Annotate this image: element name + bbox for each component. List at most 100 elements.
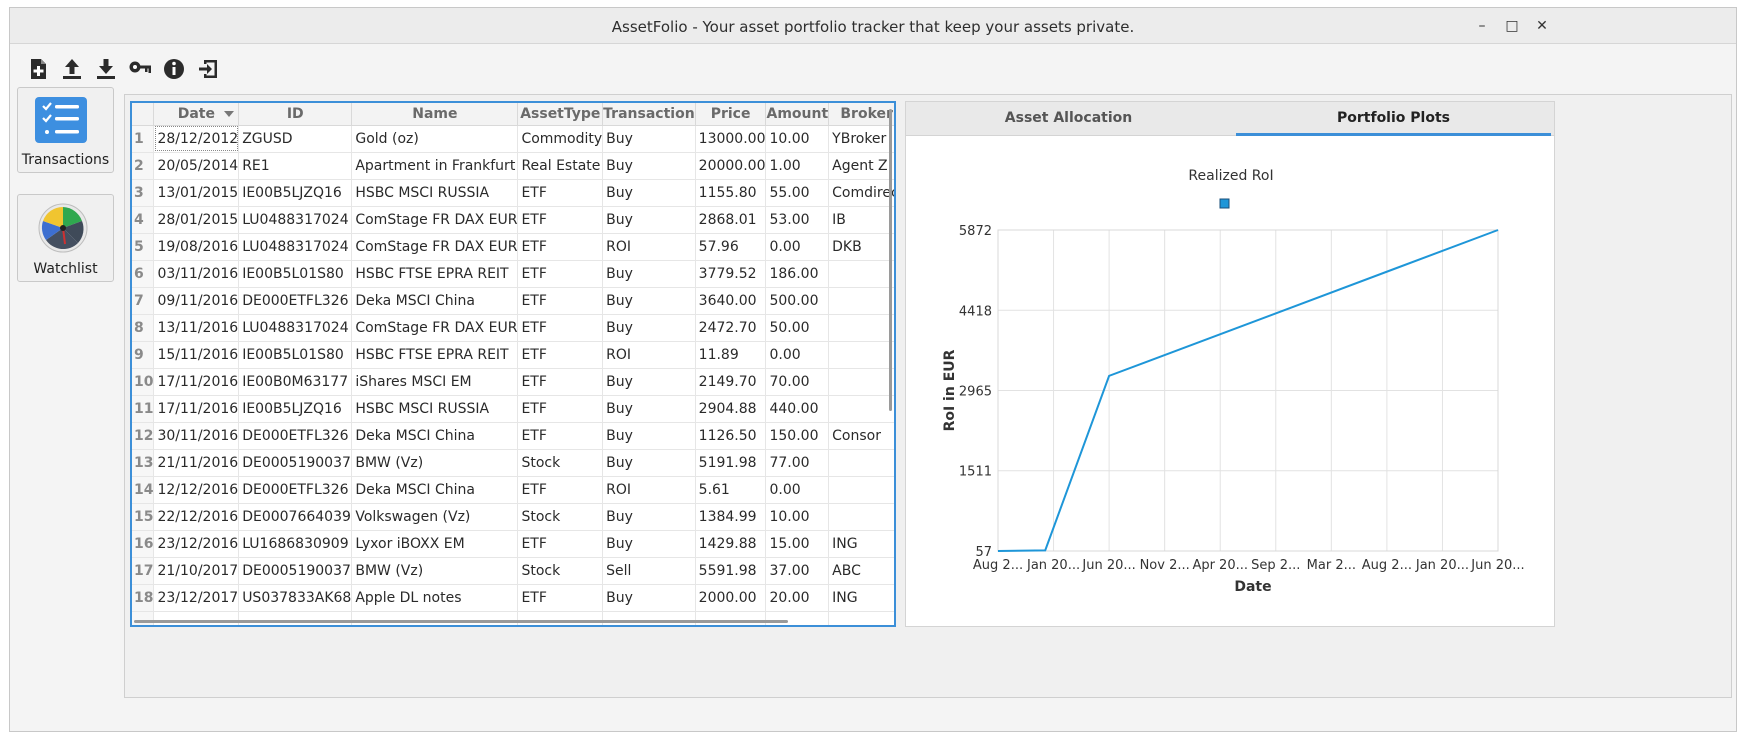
tab-portfolio-plots[interactable]: Portfolio Plots (1236, 102, 1551, 136)
table-cell[interactable]: DE000ETFL326 (238, 287, 353, 315)
info-button[interactable] (161, 56, 187, 82)
table-cell[interactable]: 2000.00 (695, 584, 767, 612)
table-cell[interactable]: ETF (517, 368, 604, 396)
table-cell[interactable]: Buy (602, 314, 696, 342)
table-cell[interactable]: Sell (602, 557, 696, 585)
table-cell[interactable]: IB (828, 206, 894, 234)
table-cell[interactable]: Deka MSCI China (351, 422, 519, 450)
table-cell[interactable]: 1126.50 (695, 422, 767, 450)
table-cell[interactable]: 15.00 (765, 530, 830, 558)
row-number[interactable]: 1 (132, 125, 155, 153)
table-row[interactable]: 2 20/05/2014 RE1 Apartment in Frankfurt Real… (132, 152, 894, 180)
table-row[interactable]: 13 21/11/2016 DE0005190037 BMW (Vz) Stock Buy… (132, 449, 894, 477)
table-cell[interactable]: 55.00 (765, 179, 830, 207)
row-number[interactable]: 8 (132, 314, 155, 342)
tab-asset-allocation[interactable]: Asset Allocation (906, 102, 1231, 136)
table-cell[interactable]: ETF (517, 287, 604, 315)
download-button[interactable] (93, 56, 119, 82)
table-cell[interactable]: Buy (602, 125, 696, 153)
transactions-table[interactable]: Date ID Name AssetType Transaction Price Amoun… (130, 101, 896, 627)
table-cell[interactable]: DE000ETFL326 (238, 476, 353, 504)
table-cell[interactable]: 1155.80 (695, 179, 767, 207)
table-cell[interactable]: 77.00 (765, 449, 830, 477)
table-row[interactable]: 12 30/11/2016 DE000ETFL326 Deka MSCI China E… (132, 422, 894, 450)
row-number[interactable]: 3 (132, 179, 155, 207)
table-cell[interactable]: 20.00 (765, 584, 830, 612)
table-row[interactable]: 9 15/11/2016 IE00B5L01S80 HSBC FTSE EPRA RE… (132, 341, 894, 369)
table-cell[interactable]: iShares MSCI EM (351, 368, 519, 396)
table-cell[interactable]: IE00B5LJZQ16 (238, 179, 353, 207)
table-cell[interactable]: 1.00 (765, 152, 830, 180)
table-row[interactable]: 16 23/12/2016 LU1686830909 Lyxor iBOXX EM ET… (132, 530, 894, 558)
exit-button[interactable] (195, 56, 221, 82)
table-cell[interactable] (765, 611, 830, 625)
table-cell[interactable]: 30/11/2016 (153, 422, 240, 450)
table-cell[interactable]: Buy (602, 287, 696, 315)
row-number[interactable]: 13 (132, 449, 155, 477)
table-cell[interactable]: ETF (517, 314, 604, 342)
table-cell[interactable]: 1384.99 (695, 503, 767, 531)
table-cell[interactable]: 70.00 (765, 368, 830, 396)
table-cell[interactable]: 2904.88 (695, 395, 767, 423)
table-cell[interactable]: 186.00 (765, 260, 830, 288)
row-number[interactable]: 14 (132, 476, 155, 504)
table-cell[interactable] (238, 611, 353, 625)
table-cell[interactable]: ING (828, 530, 894, 558)
vertical-scrollbar[interactable] (889, 109, 892, 411)
table-cell[interactable]: DKB (828, 233, 894, 261)
table-cell[interactable]: 57.96 (695, 233, 767, 261)
table-cell[interactable]: 23/12/2016 (153, 530, 240, 558)
table-cell[interactable]: ComStage FR DAX EUR (351, 314, 519, 342)
table-cell[interactable]: ETF (517, 260, 604, 288)
table-cell[interactable]: 23/12/2017 (153, 584, 240, 612)
column-header-date[interactable]: Date (153, 103, 240, 126)
table-row[interactable]: 15 22/12/2016 DE0007664039 Volkswagen (Vz) S… (132, 503, 894, 531)
table-cell[interactable]: 1429.88 (695, 530, 767, 558)
table-cell[interactable] (828, 503, 894, 531)
minimize-button[interactable]: – (1472, 16, 1492, 36)
table-row[interactable]: 6 03/11/2016 IE00B5L01S80 HSBC FTSE EPRA RE… (132, 260, 894, 288)
key-button[interactable] (127, 56, 153, 82)
table-cell[interactable]: 10.00 (765, 503, 830, 531)
table-cell[interactable]: ETF (517, 206, 604, 234)
table-cell[interactable] (828, 287, 894, 315)
table-cell[interactable]: 2868.01 (695, 206, 767, 234)
table-cell[interactable]: ING (828, 584, 894, 612)
table-cell[interactable]: Buy (602, 152, 696, 180)
table-cell[interactable]: 2472.70 (695, 314, 767, 342)
row-number[interactable]: 5 (132, 233, 155, 261)
column-header-assettype[interactable]: AssetType (517, 103, 604, 126)
table-cell[interactable]: IE00B0M63177 (238, 368, 353, 396)
table-cell[interactable]: ZGUSD (238, 125, 353, 153)
table-cell[interactable]: Deka MSCI China (351, 476, 519, 504)
table-cell[interactable]: DE000ETFL326 (238, 422, 353, 450)
table-cell[interactable]: 22/12/2016 (153, 503, 240, 531)
table-cell[interactable] (828, 476, 894, 504)
table-row[interactable]: 17 21/10/2017 DE0005190037 BMW (Vz) Stock Sel… (132, 557, 894, 585)
table-cell[interactable]: Real Estate (517, 152, 604, 180)
table-cell[interactable]: DE0005190037 (238, 557, 353, 585)
table-cell[interactable] (695, 611, 767, 625)
table-cell[interactable]: LU0488317024 (238, 206, 353, 234)
table-cell[interactable]: ETF (517, 476, 604, 504)
table-row[interactable]: 8 13/11/2016 LU0488317024 ComStage FR DAX E… (132, 314, 894, 342)
table-cell[interactable]: HSBC MSCI RUSSIA (351, 179, 519, 207)
table-cell[interactable]: ETF (517, 422, 604, 450)
upload-button[interactable] (59, 56, 85, 82)
column-header-amount[interactable]: Amount (765, 103, 830, 126)
table-cell[interactable] (828, 341, 894, 369)
table-cell[interactable]: BMW (Vz) (351, 557, 519, 585)
table-cell[interactable]: 13/01/2015 (153, 179, 240, 207)
table-row[interactable]: 14 12/12/2016 DE000ETFL326 Deka MSCI China E… (132, 476, 894, 504)
table-cell[interactable]: Lyxor iBOXX EM (351, 530, 519, 558)
column-header-broker[interactable]: Broker (828, 103, 894, 126)
table-cell[interactable]: 20/05/2014 (153, 152, 240, 180)
table-cell[interactable]: 13/11/2016 (153, 314, 240, 342)
table-cell[interactable]: HSBC MSCI RUSSIA (351, 395, 519, 423)
row-number[interactable]: 15 (132, 503, 155, 531)
table-cell[interactable]: HSBC FTSE EPRA REIT (351, 260, 519, 288)
table-cell[interactable]: 50.00 (765, 314, 830, 342)
table-cell[interactable]: 17/11/2016 (153, 368, 240, 396)
table-cell[interactable]: Agent Z (828, 152, 894, 180)
table-cell[interactable]: LU0488317024 (238, 233, 353, 261)
